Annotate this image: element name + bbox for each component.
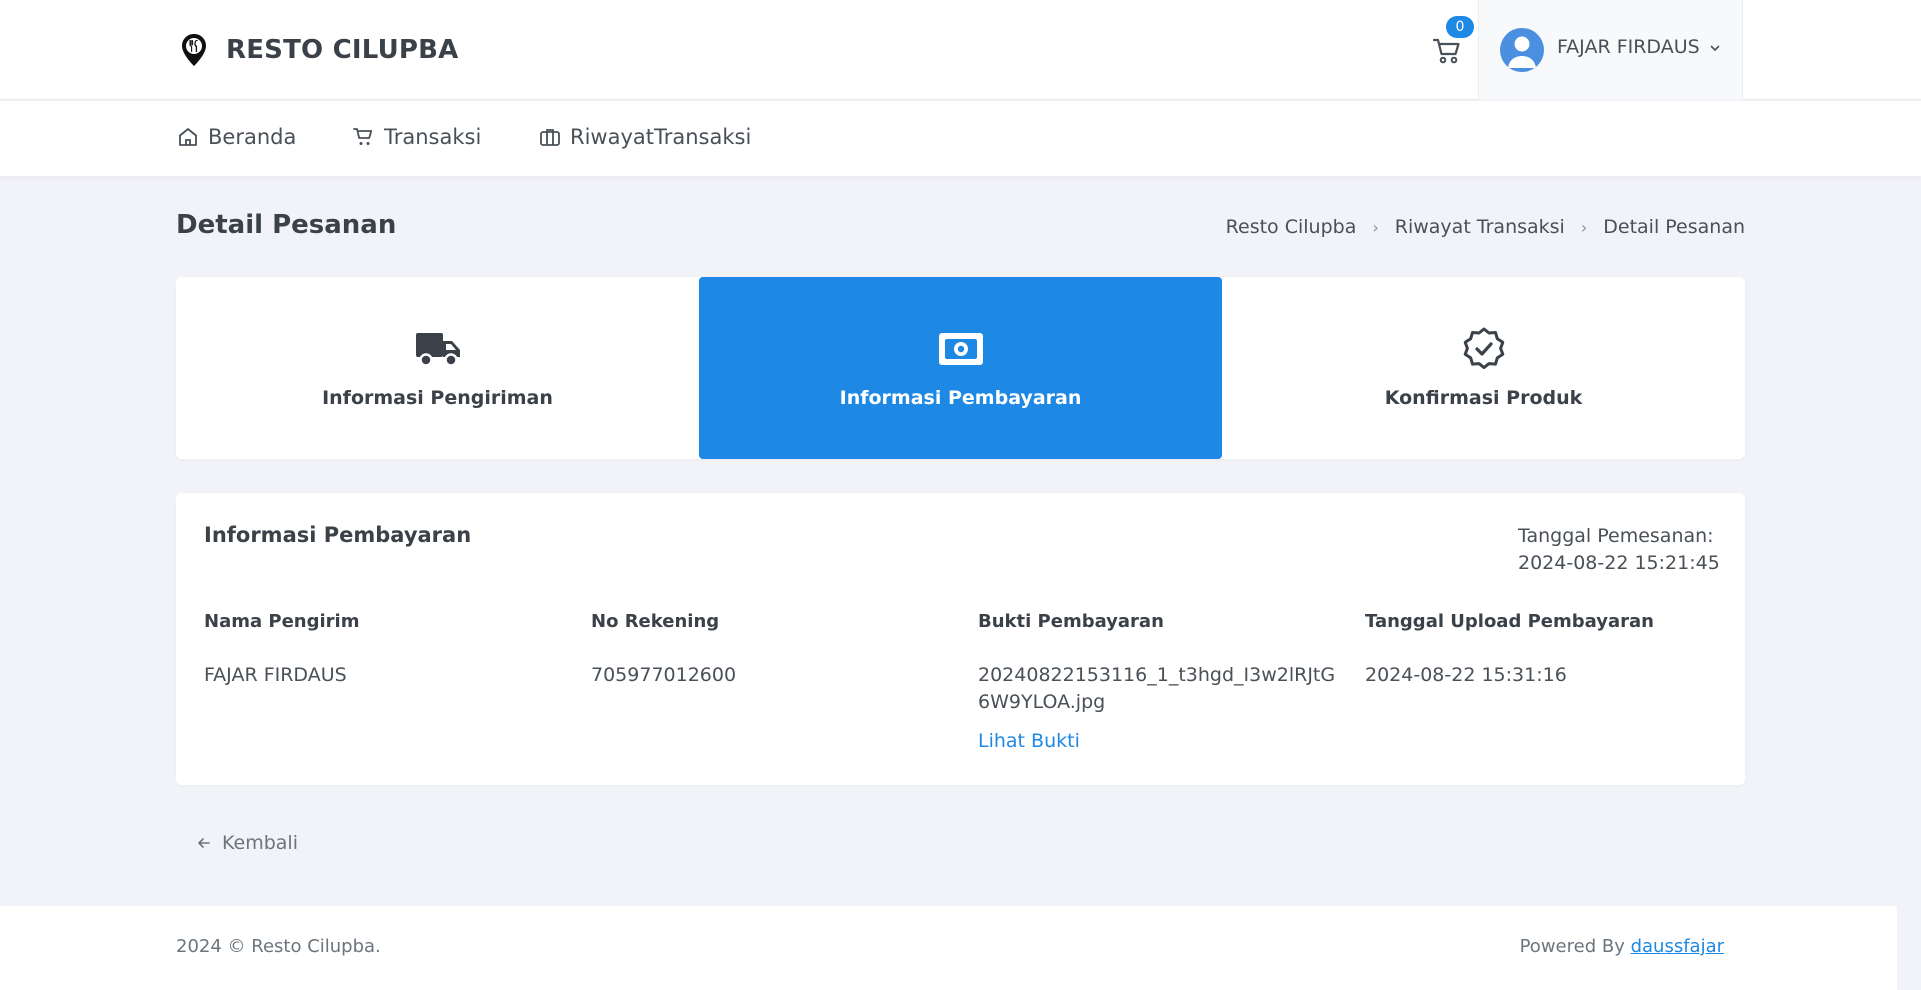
payment-info-card: Informasi Pembayaran Tanggal Pemesanan: … xyxy=(176,493,1745,785)
card-title: Informasi Pembayaran xyxy=(204,523,472,547)
author-link[interactable]: daussfajar xyxy=(1631,936,1724,957)
home-icon xyxy=(179,128,197,146)
view-proof-link[interactable]: Lihat Bukti xyxy=(978,730,1080,752)
step-konfirmasi-produk[interactable]: Konfirmasi Produk xyxy=(1222,277,1745,459)
step-informasi-pembayaran[interactable]: Informasi Pembayaran xyxy=(699,277,1222,459)
field-bukti-pembayaran: Bukti Pembayaran 20240822153116_1_t3hgd_… xyxy=(978,611,1338,752)
truck-icon xyxy=(415,333,460,367)
briefcase-icon xyxy=(540,129,560,146)
top-header: RESTO CILUPBA 0 FAJAR FIRDAUS xyxy=(0,0,1921,100)
field-label: Tanggal Upload Pembayaran xyxy=(1365,611,1654,632)
powered-by-label: Powered By xyxy=(1519,936,1625,957)
field-value: FAJAR FIRDAUS xyxy=(204,664,347,686)
avatar xyxy=(1500,28,1544,72)
page-title: Detail Pesanan xyxy=(176,210,397,240)
back-label: Kembali xyxy=(222,832,298,854)
breadcrumb: Resto Cilupba › Riwayat Transaksi › Deta… xyxy=(1226,216,1745,238)
nav-item-riwayat-transaksi[interactable]: RiwayatTransaksi xyxy=(538,125,751,149)
brand-name: RESTO CILUPBA xyxy=(226,35,459,65)
footer-powered-by: Powered By daussfajar xyxy=(1520,936,1724,957)
user-menu[interactable]: FAJAR FIRDAUS xyxy=(1478,0,1743,100)
breadcrumb-item-current: Detail Pesanan xyxy=(1603,216,1745,238)
map-pin-fork-knife-icon xyxy=(182,34,206,66)
order-date: Tanggal Pemesanan: 2024-08-22 15:21:45 xyxy=(1518,523,1720,577)
order-steps: Informasi Pengiriman Informasi Pembayara… xyxy=(176,277,1745,459)
main-nav: Beranda Transaksi RiwayatTransaksi xyxy=(0,101,1921,176)
footer: 2024 © Resto Cilupba. Powered By daussfa… xyxy=(0,906,1897,990)
user-name: FAJAR FIRDAUS xyxy=(1557,36,1700,58)
field-value: 2024-08-22 15:31:16 xyxy=(1365,664,1567,686)
step-label: Konfirmasi Produk xyxy=(1384,387,1583,409)
chevron-down-icon xyxy=(1710,45,1720,52)
field-nama-pengirim: Nama Pengirim FAJAR FIRDAUS xyxy=(204,611,574,689)
step-label: Informasi Pengiriman xyxy=(322,387,553,409)
field-no-rekening: No Rekening 705977012600 xyxy=(591,611,961,689)
breadcrumb-separator: › xyxy=(1580,217,1588,237)
step-informasi-pengiriman[interactable]: Informasi Pengiriman xyxy=(176,277,699,459)
arrow-left-icon xyxy=(198,838,210,848)
user-icon xyxy=(1508,36,1536,68)
nav-label: Transaksi xyxy=(384,125,482,149)
breadcrumb-item-home[interactable]: Resto Cilupba xyxy=(1226,216,1357,238)
field-label: Bukti Pembayaran xyxy=(978,611,1164,632)
back-button[interactable]: Kembali xyxy=(196,832,298,854)
cart-icon xyxy=(353,128,373,145)
nav-item-transaksi[interactable]: Transaksi xyxy=(352,125,481,149)
breadcrumb-item-riwayat[interactable]: Riwayat Transaksi xyxy=(1395,216,1565,238)
field-label: No Rekening xyxy=(591,611,720,632)
field-value: 705977012600 xyxy=(591,664,737,686)
nav-item-beranda[interactable]: Beranda xyxy=(176,125,296,149)
money-icon xyxy=(938,333,983,365)
order-date-label: Tanggal Pemesanan: xyxy=(1518,525,1714,547)
breadcrumb-separator: › xyxy=(1372,217,1379,237)
field-label: Nama Pengirim xyxy=(204,611,360,632)
step-label: Informasi Pembayaran xyxy=(839,387,1082,409)
nav-label: RiwayatTransaksi xyxy=(570,125,752,149)
cart-count-badge: 0 xyxy=(1446,16,1474,38)
brand[interactable]: RESTO CILUPBA xyxy=(176,32,459,68)
verified-badge-icon xyxy=(1463,327,1504,370)
order-date-value: 2024-08-22 15:21:45 xyxy=(1518,552,1720,574)
nav-label: Beranda xyxy=(208,125,297,149)
field-tanggal-upload: Tanggal Upload Pembayaran 2024-08-22 15:… xyxy=(1365,611,1735,689)
field-value: 20240822153116_1_t3hgd_I3w2lRJtG6W9YLOA.… xyxy=(978,664,1336,713)
footer-copyright: 2024 © Resto Cilupba. xyxy=(176,936,381,957)
